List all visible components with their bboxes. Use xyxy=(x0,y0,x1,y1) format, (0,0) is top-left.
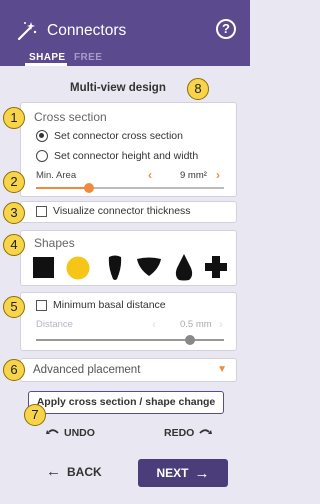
chevron-down-icon[interactable]: ▼ xyxy=(217,364,227,375)
step-badge-6: 6 xyxy=(3,359,25,381)
step-badge-4: 4 xyxy=(3,234,25,256)
radio-set-cross-section[interactable]: Set connector cross section xyxy=(36,130,183,142)
redo-button[interactable]: REDO xyxy=(164,427,213,439)
cross-section-heading: Cross section xyxy=(34,110,107,124)
step-badge-1: 1 xyxy=(3,107,25,129)
back-label: BACK xyxy=(67,464,102,479)
checkbox-icon[interactable] xyxy=(36,205,47,217)
redo-label: REDO xyxy=(164,427,195,439)
distance-slider-track[interactable] xyxy=(36,339,224,341)
chevron-left-icon[interactable]: ‹ xyxy=(152,317,156,331)
tab-shape[interactable]: SHAPE xyxy=(29,52,65,63)
shield-shape-icon[interactable] xyxy=(136,257,162,277)
tab-free[interactable]: FREE xyxy=(74,52,102,63)
minimum-basal-distance-checkbox[interactable]: Minimum basal distance xyxy=(36,299,166,311)
shapes-heading: Shapes xyxy=(34,236,75,250)
advanced-placement-label[interactable]: Advanced placement xyxy=(33,364,140,376)
app-header: Connectors ? SHAPE FREE xyxy=(0,0,250,66)
circle-shape-icon[interactable] xyxy=(66,256,90,280)
step-badge-3: 3 xyxy=(3,202,25,224)
next-button[interactable]: NEXT → xyxy=(138,459,228,487)
radio-selected-icon[interactable] xyxy=(36,130,48,142)
arrow-right-icon: → xyxy=(194,464,210,482)
step-badge-2: 2 xyxy=(3,171,25,193)
question-circle-icon[interactable]: ? xyxy=(216,19,236,39)
distance-value: 0.5 mm xyxy=(180,319,212,330)
undo-label: UNDO xyxy=(64,427,95,439)
apply-button[interactable]: Apply cross section / shape change xyxy=(28,391,224,414)
min-area-value: 9 mm² xyxy=(180,170,207,181)
pointed-drop-shape-icon[interactable] xyxy=(174,254,194,281)
back-button[interactable]: ← BACK xyxy=(46,463,102,480)
arrow-left-icon: ← xyxy=(46,463,61,480)
square-shape-icon[interactable] xyxy=(33,257,55,279)
step-badge-8: 8 xyxy=(187,78,209,100)
distance-label: Distance xyxy=(36,319,73,330)
checkbox-label: Visualize connector thickness xyxy=(53,205,191,217)
cross-shape-icon[interactable] xyxy=(205,256,227,278)
undo-button[interactable]: UNDO xyxy=(46,427,95,439)
visualize-thickness-checkbox[interactable]: Visualize connector thickness xyxy=(36,205,191,217)
active-tab-indicator xyxy=(25,63,67,66)
min-area-slider-fill xyxy=(36,187,89,189)
min-area-slider-thumb[interactable] xyxy=(83,183,94,193)
app-title: Connectors xyxy=(47,22,127,39)
next-label: NEXT xyxy=(156,466,189,480)
redo-icon xyxy=(199,429,213,434)
title-row: Connectors xyxy=(16,20,126,42)
radio-unselected-icon[interactable] xyxy=(36,150,48,162)
step-badge-7: 7 xyxy=(24,404,46,426)
design-title: Multi-view design xyxy=(70,82,166,94)
min-area-label: Min. Area xyxy=(36,170,77,181)
radio-label: Set connector height and width xyxy=(54,150,199,162)
chevron-right-icon[interactable]: › xyxy=(216,168,220,182)
radio-set-height-width[interactable]: Set connector height and width xyxy=(36,150,198,162)
chevron-right-icon[interactable]: › xyxy=(219,317,223,331)
chevron-left-icon[interactable]: ‹ xyxy=(148,168,152,182)
undo-icon xyxy=(46,429,59,434)
checkbox-icon[interactable] xyxy=(36,299,47,311)
magic-wand-icon xyxy=(17,22,37,41)
checkbox-label: Minimum basal distance xyxy=(53,299,166,311)
teardrop-shape-icon[interactable] xyxy=(106,255,124,281)
step-badge-5: 5 xyxy=(3,296,25,318)
radio-label: Set connector cross section xyxy=(54,130,183,142)
